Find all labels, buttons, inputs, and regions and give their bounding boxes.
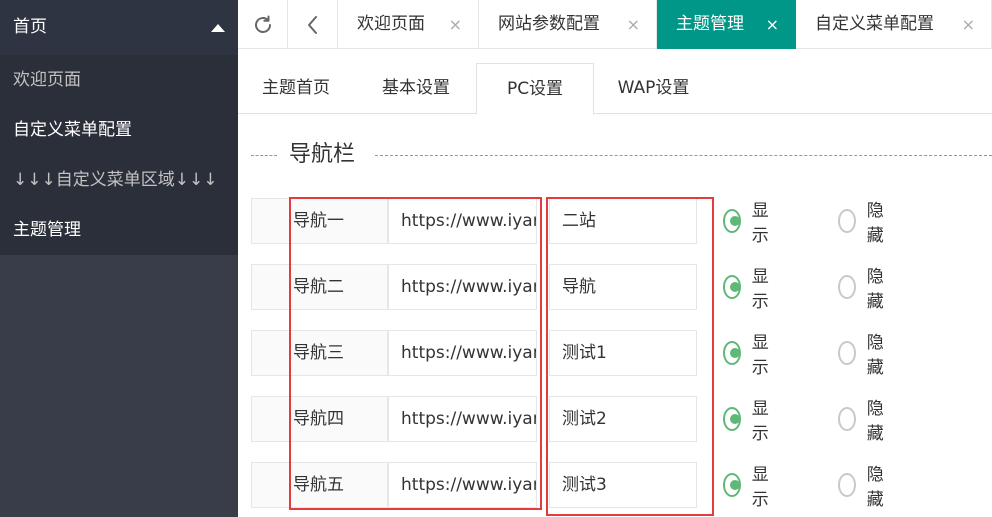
hide-radio[interactable]: 隐藏 [838,399,890,444]
radio-unchecked-icon [838,275,856,299]
nav-row-label: 导航三 [251,330,388,376]
sidebar-item-welcome[interactable]: 欢迎页面 [0,55,238,105]
tab-welcome[interactable]: 欢迎页面 × [338,0,479,49]
radio-label: 显示 [751,333,769,378]
sidebar-home-header[interactable]: 首页 [0,0,238,55]
nav-name-input[interactable]: 测试1 [549,330,697,376]
nav-row-label: 导航一 [251,198,388,244]
tab-site-params[interactable]: 网站参数配置 × [479,0,657,49]
caret-up-icon [211,24,225,32]
close-icon[interactable]: × [449,0,462,49]
radio-label: 显示 [751,399,769,444]
nav-url-input[interactable]: https://www.iyans [388,396,537,442]
show-radio[interactable]: 显示 [723,201,775,246]
chevron-left-icon [307,15,317,34]
sidebar: 首页 欢迎页面 自定义菜单配置 ↓↓↓自定义菜单区域↓↓↓ 主题管理 [0,0,238,517]
nav-row-label: 导航五 [251,462,388,508]
tab-bar: 欢迎页面 × 网站参数配置 × 主题管理 × 自定义菜单配置 × [238,0,992,49]
radio-label: 显示 [751,267,769,312]
show-radio[interactable]: 显示 [723,267,775,312]
radio-unchecked-icon [838,209,856,233]
tab-label: 自定义菜单配置 [815,14,934,34]
show-radio[interactable]: 显示 [723,465,775,510]
radio-checked-icon [723,209,741,233]
radio-checked-icon [723,473,741,497]
nav-row-label: 导航二 [251,264,388,310]
tab-label: 网站参数配置 [498,14,600,34]
sidebar-item-custom-menu[interactable]: 自定义菜单配置 [0,105,238,155]
sidebar-submenu: 欢迎页面 自定义菜单配置 ↓↓↓自定义菜单区域↓↓↓ 主题管理 [0,55,238,255]
nav-name-input[interactable]: 测试3 [549,462,697,508]
legend-line-right [375,155,992,156]
hide-radio[interactable]: 隐藏 [838,267,890,312]
legend-line-left [251,155,277,156]
nav-url-input[interactable]: https://www.iyans [388,198,537,244]
sidebar-item-theme[interactable]: 主题管理 [0,205,238,255]
hide-radio[interactable]: 隐藏 [838,333,890,378]
radio-checked-icon [723,341,741,365]
sidebar-home-label: 首页 [13,17,47,37]
show-radio[interactable]: 显示 [723,333,775,378]
sub-tab-bar: 主题首页 基本设置 PC设置 WAP设置 [238,49,992,115]
refresh-button[interactable] [238,0,288,49]
nav-url-input[interactable]: https://www.iyans [388,462,537,508]
tab-custom-menu[interactable]: 自定义菜单配置 × [796,0,992,49]
hide-radio[interactable]: 隐藏 [838,201,890,246]
sidebar-item-custom-area[interactable]: ↓↓↓自定义菜单区域↓↓↓ [0,155,238,205]
refresh-icon [254,15,271,33]
tab-theme[interactable]: 主题管理 × [657,0,796,49]
radio-label: 隐藏 [866,201,884,246]
nav-name-input[interactable]: 二站 [549,198,697,244]
radio-unchecked-icon [838,473,856,497]
close-icon[interactable]: × [962,0,975,49]
close-icon[interactable]: × [627,0,640,49]
radio-unchecked-icon [838,407,856,431]
tab-label: 欢迎页面 [357,14,425,34]
subtab-wap[interactable]: WAP设置 [603,63,704,114]
radio-label: 隐藏 [866,267,884,312]
hide-radio[interactable]: 隐藏 [838,465,890,510]
nav-name-input[interactable]: 导航 [549,264,697,310]
subtab-basic[interactable]: 基本设置 [367,63,465,114]
subtab-pc[interactable]: PC设置 [476,63,594,115]
nav-url-input[interactable]: https://www.iyans [388,330,537,376]
radio-checked-icon [723,275,741,299]
radio-checked-icon [723,407,741,431]
nav-row-label: 导航四 [251,396,388,442]
radio-label: 隐藏 [866,399,884,444]
radio-label: 隐藏 [866,333,884,378]
back-button[interactable] [288,0,338,49]
tab-label: 主题管理 [676,14,744,34]
show-radio[interactable]: 显示 [723,399,775,444]
radio-label: 显示 [751,201,769,246]
close-icon[interactable]: × [766,0,779,49]
nav-url-input[interactable]: https://www.iyans [388,264,537,310]
radio-unchecked-icon [838,341,856,365]
radio-label: 显示 [751,465,769,510]
section-title: 导航栏 [289,142,356,167]
nav-name-input[interactable]: 测试2 [549,396,697,442]
radio-label: 隐藏 [866,465,884,510]
subtab-theme-home[interactable]: 主题首页 [249,63,343,114]
